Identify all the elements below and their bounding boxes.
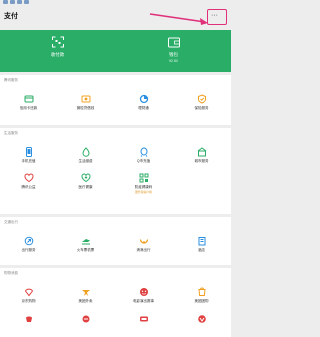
qr-code-icon (139, 173, 148, 183)
travel-icon (24, 236, 33, 246)
vip-icon (197, 315, 206, 323)
service-label: Q币充值 (136, 159, 151, 163)
service-label: 生活缴费 (78, 159, 93, 163)
receive-pay-label: 收付款 (50, 52, 65, 57)
service-label: 医疗健康 (78, 185, 93, 189)
receive-pay-button[interactable]: 收付款 (0, 30, 115, 72)
service-movie[interactable]: 电影演出赛事 (115, 285, 172, 309)
service-badge: 国务院客户端 (135, 190, 152, 194)
wealth-icon (139, 94, 148, 104)
charity-icon (23, 173, 34, 183)
service-insurance[interactable]: 保险服务 (173, 92, 230, 116)
city-service-icon (197, 147, 206, 157)
section-title: 交通出行 (4, 220, 18, 224)
wallet-button[interactable]: 钱包 ¥2.80 (116, 30, 231, 72)
service-label: 信用卡还款 (19, 106, 38, 110)
notification-icons (3, 0, 29, 5)
section-shopping: 购物消费 京东购物 美团外卖 电影演出赛事 美团团购 (0, 268, 231, 337)
health-icon (80, 173, 91, 183)
service-q-coin[interactable]: Q币充值 (115, 145, 172, 169)
section-life-services: 生活服务 手机充值 生活缴费 Q币充值 城市服务 腾讯公益 医疗健康 防疫健康码… (0, 128, 231, 214)
service-label: 滴滴出行 (136, 248, 151, 252)
service-train[interactable]: 火车票机票 (57, 234, 114, 258)
service-meituan[interactable]: 美团外卖 (57, 285, 114, 309)
service-label: 电影演出赛事 (133, 299, 154, 303)
payment-hero: 收付款 钱包 ¥2.80 (0, 30, 231, 72)
jd-icon (24, 288, 33, 297)
service-didi[interactable]: 滴滴出行 (115, 234, 172, 258)
q-coin-icon (140, 147, 147, 157)
loan-icon (81, 95, 90, 103)
more-button[interactable]: ··· (207, 9, 227, 25)
service-credit-card[interactable]: 信用卡还款 (0, 92, 57, 116)
service-label: 手机充值 (21, 159, 36, 163)
service-shopping[interactable] (0, 312, 57, 336)
service-travel[interactable]: 出行服务 (0, 234, 57, 258)
service-pdd[interactable] (115, 312, 172, 336)
service-health-code[interactable]: 防疫健康码 国务院客户端 (115, 171, 172, 195)
service-label: 微粒贷借钱 (76, 106, 95, 110)
more-icon: ··· (211, 12, 218, 19)
service-label: 城市服务 (194, 159, 209, 163)
scan-pay-icon (51, 36, 64, 48)
service-label: 保险服务 (194, 106, 209, 110)
service-label: 理财通 (138, 106, 149, 110)
section-title: 生活服务 (4, 131, 18, 135)
annotation-arrow-icon (149, 13, 208, 25)
wallet-label: 钱包 (169, 52, 178, 57)
page-title: 支付 (4, 12, 18, 20)
service-label: 出行服务 (21, 248, 36, 252)
service-bargain[interactable] (57, 312, 114, 336)
section-title: 购物消费 (4, 271, 18, 275)
credit-card-icon (24, 95, 33, 103)
service-label: 腾讯公益 (21, 185, 36, 189)
service-health[interactable]: 医疗健康 (57, 171, 114, 195)
service-group-buy[interactable]: 美团团购 (173, 285, 230, 309)
service-vip[interactable] (173, 312, 230, 336)
mobile-topup-icon (25, 147, 32, 157)
service-label: 火车票机票 (76, 248, 95, 252)
group-buy-icon (197, 287, 206, 296)
service-label: 京东购物 (21, 299, 36, 303)
service-jd[interactable]: 京东购物 (0, 285, 57, 309)
section-title: 腾讯服务 (4, 78, 18, 82)
shopping-icon (25, 316, 32, 322)
insurance-icon (197, 94, 206, 104)
service-hotel[interactable]: 酒店 (173, 234, 230, 258)
service-wealth[interactable]: 理财通 (115, 92, 172, 116)
service-label: 美团外卖 (78, 299, 93, 303)
service-label: 美团团购 (194, 299, 209, 303)
didi-icon (139, 239, 148, 244)
title-bar: 支付 ··· (0, 6, 231, 30)
wallet-icon (167, 37, 180, 48)
service-loan[interactable]: 微粒贷借钱 (57, 92, 114, 116)
train-icon (81, 239, 90, 245)
meituan-icon (81, 290, 90, 296)
wallet-balance: ¥2.80 (169, 59, 178, 63)
service-mobile-topup[interactable]: 手机充值 (0, 145, 57, 169)
section-tencent-services: 腾讯服务 信用卡还款 微粒贷借钱 理财通 保险服务 (0, 75, 231, 125)
utility-icon (81, 147, 90, 157)
service-utility[interactable]: 生活缴费 (57, 145, 114, 169)
service-city[interactable]: 城市服务 (173, 145, 230, 169)
section-transport: 交通出行 出行服务 火车票机票 滴滴出行 酒店 (0, 217, 231, 265)
movie-icon (139, 288, 148, 296)
pdd-icon (139, 316, 148, 322)
service-charity[interactable]: 腾讯公益 (0, 171, 57, 195)
service-label: 酒店 (198, 248, 205, 252)
bargain-icon (82, 315, 89, 323)
hotel-icon (198, 237, 205, 246)
